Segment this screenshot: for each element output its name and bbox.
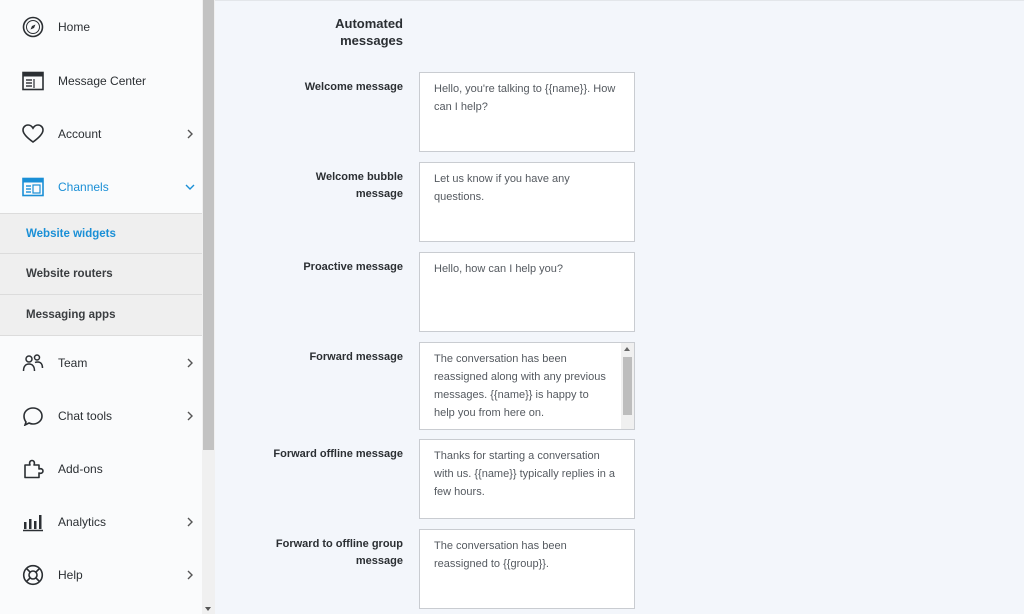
label-line: message [355, 188, 403, 200]
nav-item-team[interactable]: Team [0, 336, 202, 389]
nav-label: Chat tools [58, 408, 113, 423]
welcome-message-field[interactable]: Hello, you're talking to {{name}}. How c… [419, 72, 635, 152]
nav-label: Help [58, 567, 83, 582]
section-title: Automated messages [215, 15, 403, 49]
chevron-right-icon [184, 357, 196, 369]
nav-item-analytics[interactable]: Analytics [0, 495, 202, 548]
label-line: Welcome bubble [315, 171, 403, 183]
compass-icon [22, 16, 44, 38]
nav-label: Home [58, 20, 91, 34]
scroll-up-arrow-icon[interactable] [624, 347, 630, 351]
proactive-message-label: Proactive message [215, 259, 403, 276]
section-title-line: Automated [335, 16, 403, 31]
puzzle-icon [22, 458, 44, 480]
label-line: Proactive message [303, 261, 403, 273]
chevron-right-icon [184, 516, 196, 528]
sidebar-scrollbar[interactable] [202, 0, 215, 614]
section-title-line: messages [340, 33, 403, 48]
field-scrollbar[interactable] [621, 343, 634, 429]
label-line: Forward offline message [273, 448, 403, 460]
welcome-bubble-message-field[interactable]: Let us know if you have any questions. [419, 162, 635, 242]
nav-label: Message Center [58, 73, 147, 88]
heart-icon [22, 123, 44, 145]
nav-label: Channels [58, 179, 109, 194]
welcome-bubble-message-label: Welcome bubble message [215, 169, 403, 203]
welcome-message-label: Welcome message [215, 79, 403, 96]
channels-window-icon [22, 176, 44, 198]
nav-item-add-ons[interactable]: Add-ons [0, 442, 202, 495]
nav-item-chat-tools[interactable]: Chat tools [0, 389, 202, 442]
team-icon [22, 352, 44, 374]
nav-label: Account [58, 126, 102, 141]
scrollbar-thumb[interactable] [203, 0, 214, 450]
label-line: Forward to offline group [275, 538, 403, 550]
chevron-right-icon [184, 569, 196, 581]
lifebuoy-icon [22, 564, 44, 586]
nav-item-home[interactable]: Home [0, 0, 202, 54]
forward-message-text: The conversation has been reassigned alo… [434, 353, 606, 419]
sidebar: Home Message Center Account Channels Web… [0, 0, 202, 614]
field-scrollbar-thumb[interactable] [623, 357, 632, 415]
chevron-right-icon [184, 128, 196, 140]
scroll-down-arrow-icon[interactable] [205, 607, 211, 611]
proactive-message-field[interactable]: Hello, how can I help you? [419, 252, 635, 332]
nav-item-account[interactable]: Account [0, 107, 202, 160]
forward-offline-message-label: Forward offline message [215, 446, 403, 463]
forward-message-field[interactable]: The conversation has been reassigned alo… [419, 342, 635, 430]
forward-message-label: Forward message [215, 349, 403, 366]
chat-bubble-icon [22, 405, 44, 427]
subnav-messaging-apps[interactable]: Messaging apps [0, 295, 202, 336]
label-line: Welcome message [304, 81, 403, 93]
subnav-website-routers[interactable]: Website routers [0, 254, 202, 295]
nav-label: Add-ons [58, 461, 103, 476]
forward-to-offline-group-message-field[interactable]: The conversation has been reassigned to … [419, 529, 635, 609]
chevron-down-icon [184, 181, 196, 193]
label-line: Forward message [309, 351, 403, 363]
forward-offline-message-field[interactable]: Thanks for starting a conversation with … [419, 439, 635, 519]
forward-to-offline-group-message-label: Forward to offline group message [215, 536, 403, 570]
inbox-window-icon [22, 70, 44, 92]
automated-messages-panel: Automated messages Welcome message Hello… [215, 0, 1024, 614]
subnav-website-widgets[interactable]: Website widgets [0, 213, 202, 254]
channels-submenu: Website widgets Website routers Messagin… [0, 213, 202, 336]
nav-label: Analytics [58, 514, 107, 529]
nav-label: Team [58, 355, 88, 370]
nav-item-message-center[interactable]: Message Center [0, 54, 202, 107]
nav-item-help[interactable]: Help [0, 548, 202, 601]
nav-item-channels[interactable]: Channels [0, 160, 202, 213]
label-line: message [355, 555, 403, 567]
chevron-right-icon [184, 410, 196, 422]
bar-chart-icon [22, 511, 44, 533]
